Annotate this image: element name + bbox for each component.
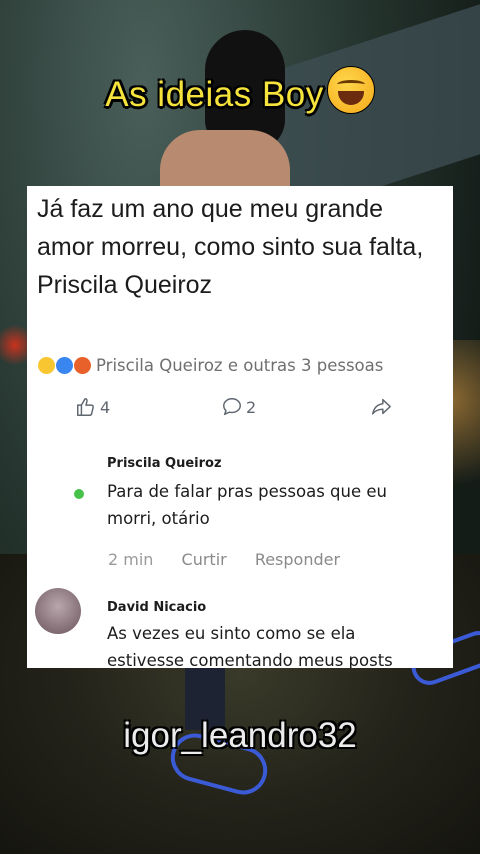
post-text: Já faz um ano que meu grande amor morreu… — [37, 195, 424, 299]
facebook-post-card: Já faz um ano que meu grande amor morreu… — [27, 186, 453, 668]
laugh-emoji-icon — [38, 357, 55, 374]
angry-emoji-icon — [74, 357, 91, 374]
video-title: As ideias Boy — [0, 66, 480, 115]
comment-reply-button[interactable]: Responder — [255, 550, 340, 569]
laughing-emoji-icon — [326, 66, 375, 114]
video-title-text: As ideias Boy — [105, 75, 324, 114]
comment-button[interactable]: 2 — [221, 396, 256, 418]
reactions-summary[interactable]: Priscila Queiroz e outras 3 pessoas — [38, 356, 383, 375]
comment-text: As vezes eu sinto como se ela estivesse … — [107, 624, 393, 668]
comment-like-button[interactable]: Curtir — [182, 550, 227, 569]
comment-author[interactable]: Priscila Queiroz — [107, 456, 222, 471]
share-icon — [372, 398, 391, 415]
wow-emoji-icon — [56, 357, 73, 374]
creator-handle: igor_leandro32 — [123, 716, 357, 755]
comment-meta: 2 min Curtir Responder — [108, 550, 363, 569]
online-status-dot — [74, 489, 84, 499]
thumbs-up-icon — [77, 398, 94, 416]
comment-time: 2 min — [108, 550, 154, 569]
comment-text: Para de falar pras pessoas que eu morri,… — [107, 482, 387, 528]
share-button[interactable] — [370, 396, 395, 418]
comment-author[interactable]: David Nicacio — [107, 600, 206, 615]
avatar[interactable] — [35, 588, 81, 634]
likes-count: 4 — [100, 397, 111, 417]
like-button[interactable]: 4 — [75, 396, 110, 418]
reactions-text: Priscila Queiroz e outras 3 pessoas — [96, 356, 384, 375]
comment-bubble-icon — [223, 398, 241, 416]
post-actions: 4 2 — [27, 396, 453, 422]
comments-count: 2 — [246, 397, 257, 417]
